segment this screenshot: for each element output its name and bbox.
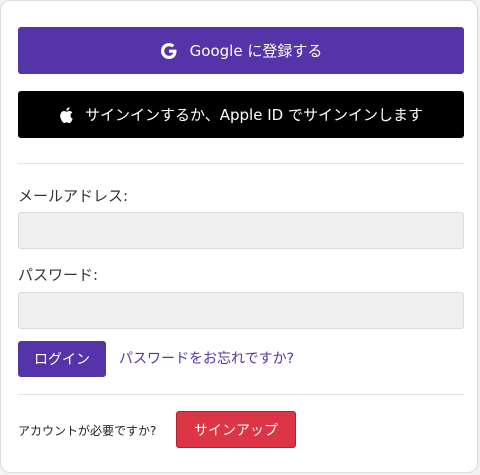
divider	[18, 394, 464, 395]
account-question: アカウントが必要ですか?	[18, 424, 157, 438]
apple-signin-button[interactable]: サインインするか、Apple ID でサインインします	[18, 91, 464, 138]
email-field[interactable]	[18, 212, 464, 249]
google-signup-button[interactable]: Google に登録する	[18, 27, 464, 74]
apple-signin-label: サインインするか、Apple ID でサインインします	[85, 106, 423, 124]
google-signup-label: Google に登録する	[189, 42, 323, 60]
login-card: Google に登録する サインインするか、Apple ID でサインインします…	[0, 0, 478, 473]
google-g-icon	[160, 42, 177, 59]
apple-logo-icon	[60, 106, 73, 123]
signup-button[interactable]: サインアップ	[176, 411, 296, 448]
email-label: メールアドレス:	[18, 187, 129, 205]
forgot-password-link[interactable]: パスワードをお忘れですか?	[119, 348, 294, 368]
login-button[interactable]: ログイン	[18, 341, 106, 377]
password-field[interactable]	[18, 292, 464, 329]
divider	[18, 163, 464, 164]
password-label: パスワード:	[18, 266, 99, 284]
